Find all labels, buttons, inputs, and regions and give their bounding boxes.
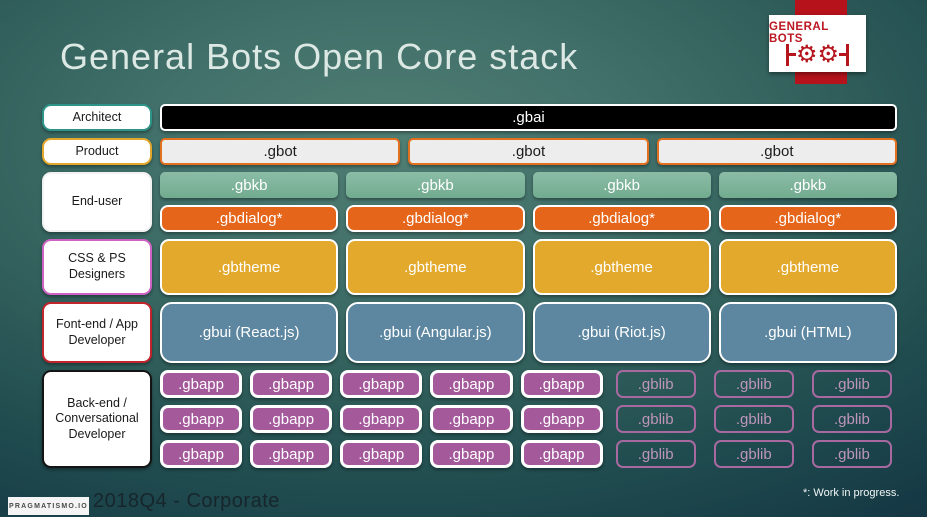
pragmatismo-badge: PRAGMATISMO.IO [8, 497, 89, 515]
cell-gbai: .gbai [160, 104, 897, 131]
cell-gbapp: .gbapp [340, 440, 423, 468]
cell-gbapp: .gbapp [430, 405, 513, 433]
stack-grid: .gbai .gbot .gbot .gbot .gbkb .gbkb .gbkb .gbkb… [160, 104, 897, 468]
cell-gbdialog: .gbdialog* [160, 205, 339, 232]
cell-gbtheme: .gbtheme [532, 239, 711, 295]
work-in-progress-note: *: Work in progress. [803, 487, 900, 499]
cell-gblib: .gblib [713, 370, 794, 398]
cell-gbtheme: .gbtheme [346, 239, 525, 295]
gbot-row: .gbot .gbot .gbot [160, 138, 897, 165]
gbkb-row: .gbkb .gbkb .gbkb .gbkb [160, 172, 897, 198]
gear-end-bar-right [846, 43, 849, 66]
cell-gbot: .gbot [408, 138, 649, 165]
gbai-row: .gbai [160, 104, 897, 131]
cell-gblib: .gblib [713, 440, 794, 468]
gear-icon-left: ⚙ [795, 40, 818, 68]
stack-diagram: Architect Product End-user CSS & PS Designe… [42, 104, 897, 468]
gbapp-row-1: .gbapp .gbapp .gbapp .gbapp .gbapp .gblib .gbl… [160, 370, 897, 398]
cell-gbapp: .gbapp [250, 370, 333, 398]
cell-gblib: .gblib [811, 405, 892, 433]
cell-gbot: .gbot [160, 138, 401, 165]
gear-axle-left [788, 53, 796, 56]
cell-gblib: .gblib [615, 440, 696, 468]
gbui-row: .gbui (React.js) .gbui (Angular.js) .gbui … [160, 302, 897, 363]
cell-gblib: .gblib [615, 405, 696, 433]
cell-gbkb: .gbkb [346, 172, 525, 198]
cell-gbot: .gbot [656, 138, 897, 165]
page-title: General Bots Open Core stack [60, 36, 579, 77]
cell-gbapp: .gbapp [160, 370, 243, 398]
cell-gbkb: .gbkb [532, 172, 711, 198]
gbapp-row-3: .gbapp .gbapp .gbapp .gbapp .gbapp .gblib .gbl… [160, 440, 897, 468]
cell-gblib: .gblib [811, 370, 892, 398]
cell-gblib: .gblib [811, 440, 892, 468]
cell-gbapp: .gbapp [430, 370, 513, 398]
cell-gbdialog: .gbdialog* [346, 205, 525, 232]
gbdialog-row: .gbdialog* .gbdialog* .gbdialog* .gbdialog* [160, 205, 897, 232]
cell-gbkb: .gbkb [718, 172, 897, 198]
role-label-css-ps-designers: CSS & PS Designers [42, 239, 152, 295]
role-label-font-end-app-developer: Font-end / App Developer [42, 302, 152, 363]
footer-date-label: 2018Q4 - Corporate [93, 490, 280, 512]
cell-gbtheme: .gbtheme [160, 239, 339, 295]
cell-gbapp: .gbapp [250, 440, 333, 468]
role-label-architect: Architect [42, 104, 152, 131]
cell-gbtheme: .gbtheme [718, 239, 897, 295]
gears-icon: ⚙ ⚙ [786, 40, 849, 68]
cell-gbdialog: .gbdialog* [532, 205, 711, 232]
cell-gbui: .gbui (Angular.js) [346, 302, 525, 363]
cell-gbapp: .gbapp [520, 440, 603, 468]
cell-gbdialog: .gbdialog* [718, 205, 897, 232]
general-bots-logo: GENERAL BOTS ⚙ ⚙ [769, 15, 866, 72]
cell-gbapp: .gbapp [340, 370, 423, 398]
gbapp-row-2: .gbapp .gbapp .gbapp .gbapp .gbapp .gblib .gbl… [160, 405, 897, 433]
gbtheme-row: .gbtheme .gbtheme .gbtheme .gbtheme [160, 239, 897, 295]
slide-canvas: General Bots Open Core stack GENERAL BOT… [0, 0, 927, 517]
cell-gbapp: .gbapp [430, 440, 513, 468]
cell-gbui: .gbui (React.js) [160, 302, 339, 363]
cell-gbapp: .gbapp [160, 440, 243, 468]
cell-gbapp: .gbapp [160, 405, 243, 433]
cell-gbui: .gbui (Riot.js) [532, 302, 711, 363]
cell-gbapp: .gbapp [520, 405, 603, 433]
role-label-end-user: End-user [42, 172, 152, 232]
cell-gbui: .gbui (HTML) [718, 302, 897, 363]
cell-gbapp: .gbapp [340, 405, 423, 433]
cell-gbapp: .gbapp [250, 405, 333, 433]
cell-gbkb: .gbkb [160, 172, 339, 198]
role-label-product: Product [42, 138, 152, 165]
cell-gbapp: .gbapp [520, 370, 603, 398]
gear-icon-right: ⚙ [817, 40, 840, 68]
cell-gblib: .gblib [713, 405, 794, 433]
roles-column: Architect Product End-user CSS & PS Designe… [42, 104, 152, 468]
role-label-back-end-conversational-developer: Back-end / Conversational Developer [42, 370, 152, 468]
cell-gblib: .gblib [615, 370, 696, 398]
gear-axle-right [839, 53, 847, 56]
